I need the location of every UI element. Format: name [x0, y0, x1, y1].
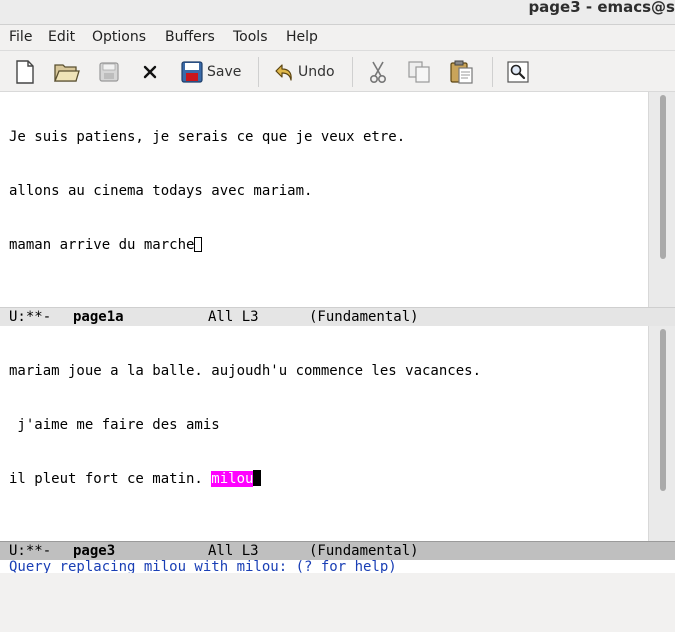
modeline-mode[interactable]: (Fundamental) [309, 542, 419, 560]
search-button[interactable] [507, 59, 529, 85]
buffer-line[interactable]: allons au cinema todays avec mariam. [9, 182, 645, 200]
cut-button[interactable] [367, 59, 389, 85]
buffer-line[interactable]: il pleut fort ce matin. milou [9, 470, 645, 488]
top-scroll-thumb[interactable] [660, 95, 666, 259]
bottom-mode-line[interactable]: U:**- page3 All L3 (Fundamental) [0, 541, 675, 560]
close-icon [140, 62, 160, 82]
menu-file[interactable]: File [8, 29, 33, 45]
toolbar-separator [258, 57, 259, 87]
menu-help[interactable]: Help [285, 29, 319, 45]
buffer-line-text: il pleut fort ce matin. [9, 471, 212, 487]
top-buffer-text[interactable]: Je suis patiens, je serais ce que je veu… [9, 92, 645, 290]
buffer-line[interactable]: j'aime me faire des amis [9, 416, 645, 434]
modeline-position: All L3 [208, 309, 259, 325]
new-file-icon [14, 60, 36, 84]
toolbar-separator [492, 57, 493, 87]
title-bar: page3 - emacs@s [0, 0, 675, 25]
buffer-line-text: maman arrive du marche [9, 237, 195, 253]
open-file-button[interactable] [54, 59, 80, 85]
new-file-button[interactable] [14, 59, 36, 85]
buffer-line[interactable]: Je suis patiens, je serais ce que je veu… [9, 128, 645, 146]
top-editor-window[interactable]: Je suis patiens, je serais ce que je veu… [0, 92, 675, 307]
top-scrollbar[interactable] [648, 92, 675, 307]
query-replace-match: milou [211, 471, 254, 487]
bottom-buffer-text[interactable]: mariam joue a la balle. aujoudh'u commen… [9, 326, 645, 524]
save-disk-icon [98, 61, 120, 83]
bottom-scrollbar[interactable] [648, 326, 675, 541]
save-button[interactable]: Save [181, 59, 241, 85]
paste-button[interactable] [449, 59, 475, 85]
buffer-line[interactable]: maman arrive du marche [9, 236, 645, 254]
undo-button[interactable]: Undo [274, 59, 335, 85]
bottom-editor-window[interactable]: mariam joue a la balle. aujoudh'u commen… [0, 326, 675, 541]
modeline-status: U:**- [9, 543, 52, 559]
save-label: Save [207, 64, 242, 80]
open-folder-icon [54, 61, 80, 83]
buffer-line[interactable]: mariam joue a la balle. aujoudh'u commen… [9, 362, 645, 380]
modeline-status: U:**- [9, 309, 52, 325]
modeline-position: All L3 [208, 543, 259, 559]
menu-buffers[interactable]: Buffers [164, 29, 216, 45]
window-title: page3 - emacs@s [528, 0, 675, 16]
modeline-buffer-name[interactable]: page1a [73, 308, 124, 326]
modeline-mode[interactable]: (Fundamental) [309, 308, 419, 326]
undo-label: Undo [298, 64, 335, 80]
inactive-cursor [194, 237, 203, 252]
copy-icon [407, 60, 431, 84]
save-icon [181, 61, 203, 83]
copy-button[interactable] [407, 59, 431, 85]
top-mode-line[interactable]: U:**- page1a All L3 (Fundamental) [0, 307, 675, 326]
menu-tools[interactable]: Tools [232, 29, 269, 45]
undo-icon [274, 61, 294, 83]
cut-icon [367, 60, 389, 84]
minibuffer-prompt: Query replacing milou with milou: (? for… [9, 560, 397, 573]
paste-icon [449, 60, 475, 84]
bottom-scroll-thumb[interactable] [660, 329, 666, 491]
save-disabled-button[interactable] [98, 59, 120, 85]
search-icon [507, 61, 529, 83]
menu-bar: File Edit Options Buffers Tools Help [0, 25, 675, 51]
modeline-buffer-name[interactable]: page3 [73, 542, 115, 560]
menu-edit[interactable]: Edit [47, 29, 76, 45]
active-cursor [253, 470, 262, 486]
minibuffer[interactable]: Query replacing milou with milou: (? for… [0, 560, 675, 573]
toolbar-separator [352, 57, 353, 87]
toolbar: Save Undo [0, 51, 675, 92]
menu-options[interactable]: Options [91, 29, 147, 45]
close-button[interactable] [140, 59, 160, 85]
